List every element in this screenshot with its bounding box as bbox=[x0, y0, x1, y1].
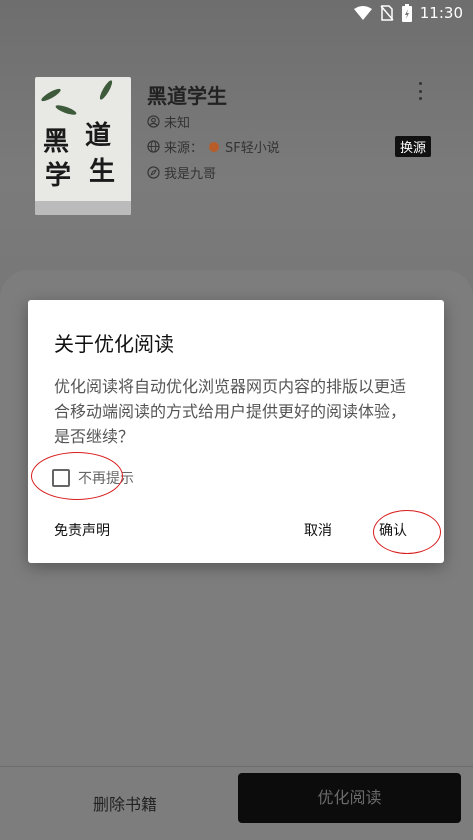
source-prefix: 来源： bbox=[164, 141, 204, 156]
dont-show-again-row[interactable]: 不再提示 bbox=[52, 468, 134, 488]
delete-book-button[interactable]: 删除书籍 bbox=[40, 787, 210, 823]
leaf-decoration bbox=[97, 78, 115, 102]
no-sim-icon bbox=[380, 5, 394, 21]
author-row: 未知 bbox=[147, 112, 190, 131]
cancel-button[interactable]: 取消 bbox=[304, 520, 332, 540]
leaf-decoration bbox=[54, 103, 78, 117]
change-source-button[interactable]: 换源 bbox=[395, 136, 432, 157]
wifi-icon bbox=[353, 6, 372, 20]
status-time: 11:30 bbox=[419, 4, 463, 22]
disclaimer-button[interactable]: 免责声明 bbox=[54, 520, 110, 540]
cover-char: 黑 bbox=[43, 127, 70, 157]
intro-row: 我是九哥 bbox=[147, 163, 216, 182]
person-icon bbox=[147, 115, 160, 128]
cover-char: 生 bbox=[89, 157, 116, 187]
dont-show-again-label: 不再提示 bbox=[78, 471, 134, 487]
bottom-action-bar: 删除书籍 优化阅读 bbox=[0, 766, 473, 840]
battery-charging-icon bbox=[401, 4, 412, 22]
globe-icon bbox=[147, 140, 160, 153]
book-title: 黑道学生 bbox=[147, 84, 227, 108]
optimize-reading-dialog: 关于优化阅读 优化阅读将自动优化浏览器网页内容的排版以更适合移动端阅读的方式给用… bbox=[28, 300, 444, 563]
source-row: 来源： SF轻小说 bbox=[147, 137, 280, 156]
dialog-title: 关于优化阅读 bbox=[54, 332, 174, 356]
book-cover[interactable]: 道 黑 生 学 bbox=[35, 77, 131, 215]
dialog-message: 优化阅读将自动优化浏览器网页内容的排版以更适合移动端阅读的方式给用户提供更好的阅… bbox=[54, 377, 407, 446]
more-vert-icon[interactable] bbox=[416, 82, 424, 100]
intro-text: 我是九哥 bbox=[164, 167, 217, 182]
cover-char: 学 bbox=[45, 161, 72, 191]
dont-show-again-checkbox[interactable] bbox=[52, 469, 70, 487]
cover-char: 道 bbox=[85, 121, 112, 151]
status-bar: 11:30 bbox=[0, 0, 473, 28]
confirm-button[interactable]: 确认 bbox=[379, 520, 407, 540]
optimize-reading-button[interactable]: 优化阅读 bbox=[238, 773, 461, 823]
cover-footer bbox=[35, 201, 131, 215]
compass-icon bbox=[147, 166, 160, 179]
source-name: SF轻小说 bbox=[225, 141, 280, 156]
source-favicon-icon bbox=[209, 141, 220, 152]
author-text: 未知 bbox=[164, 116, 191, 131]
leaf-decoration bbox=[39, 86, 63, 104]
